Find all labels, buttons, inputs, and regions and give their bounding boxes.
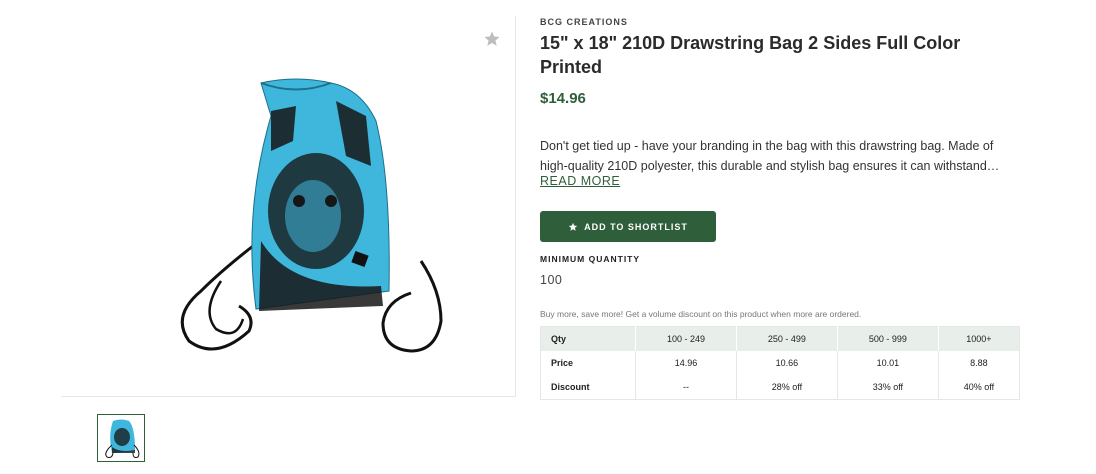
add-to-shortlist-button[interactable]: ADD TO SHORTLIST xyxy=(540,211,716,242)
product-title: 15" x 18" 210D Drawstring Bag 2 Sides Fu… xyxy=(540,33,961,77)
qty-cell: 250 - 499 xyxy=(735,326,838,351)
read-more-link[interactable]: READ MORE xyxy=(540,174,620,188)
product-image-gallery xyxy=(61,16,516,397)
table-row-price: Price 14.96 10.66 10.01 8.88 xyxy=(541,351,1020,375)
product-main-image xyxy=(180,78,443,353)
brand-name[interactable]: BCG CREATIONS xyxy=(540,17,628,27)
table-row-discount: Discount -- 28% off 33% off 40% off xyxy=(541,375,1020,400)
minimum-quantity-value: 100 xyxy=(540,273,563,287)
row-label-qty: Qty xyxy=(540,326,636,351)
product-price: $14.96 xyxy=(540,90,586,107)
qty-cell: 500 - 999 xyxy=(836,326,939,351)
favorite-star-icon[interactable] xyxy=(483,30,501,48)
star-icon xyxy=(568,222,578,231)
qty-cell: 1000+ xyxy=(937,326,1020,351)
product-description: Don't get tied up - have your branding i… xyxy=(540,139,1000,173)
row-label-price: Price xyxy=(551,358,574,368)
product-thumbnail[interactable] xyxy=(97,414,145,462)
discount-cell: 33% off xyxy=(836,375,939,400)
row-label-discount: Discount xyxy=(551,382,590,392)
price-cell: 10.66 xyxy=(735,351,838,375)
thumbnail-bag-image xyxy=(98,415,144,461)
minimum-quantity-label: MINIMUM QUANTITY xyxy=(540,254,641,264)
discount-cell: 40% off xyxy=(937,375,1020,400)
volume-pricing-table: Qty 100 - 249 250 - 499 500 - 999 1000+ … xyxy=(540,326,1020,400)
discount-cell: 28% off xyxy=(735,375,838,400)
price-cell: 10.01 xyxy=(836,351,939,375)
volume-discount-note: Buy more, save more! Get a volume discou… xyxy=(540,309,862,319)
qty-cell: 100 - 249 xyxy=(635,326,737,351)
table-row-qty: Qty 100 - 249 250 - 499 500 - 999 1000+ xyxy=(540,326,1020,351)
price-cell: 14.96 xyxy=(635,351,737,375)
price-cell: 8.88 xyxy=(937,351,1020,375)
discount-cell: -- xyxy=(635,375,737,400)
add-to-shortlist-label: ADD TO SHORTLIST xyxy=(584,221,688,232)
